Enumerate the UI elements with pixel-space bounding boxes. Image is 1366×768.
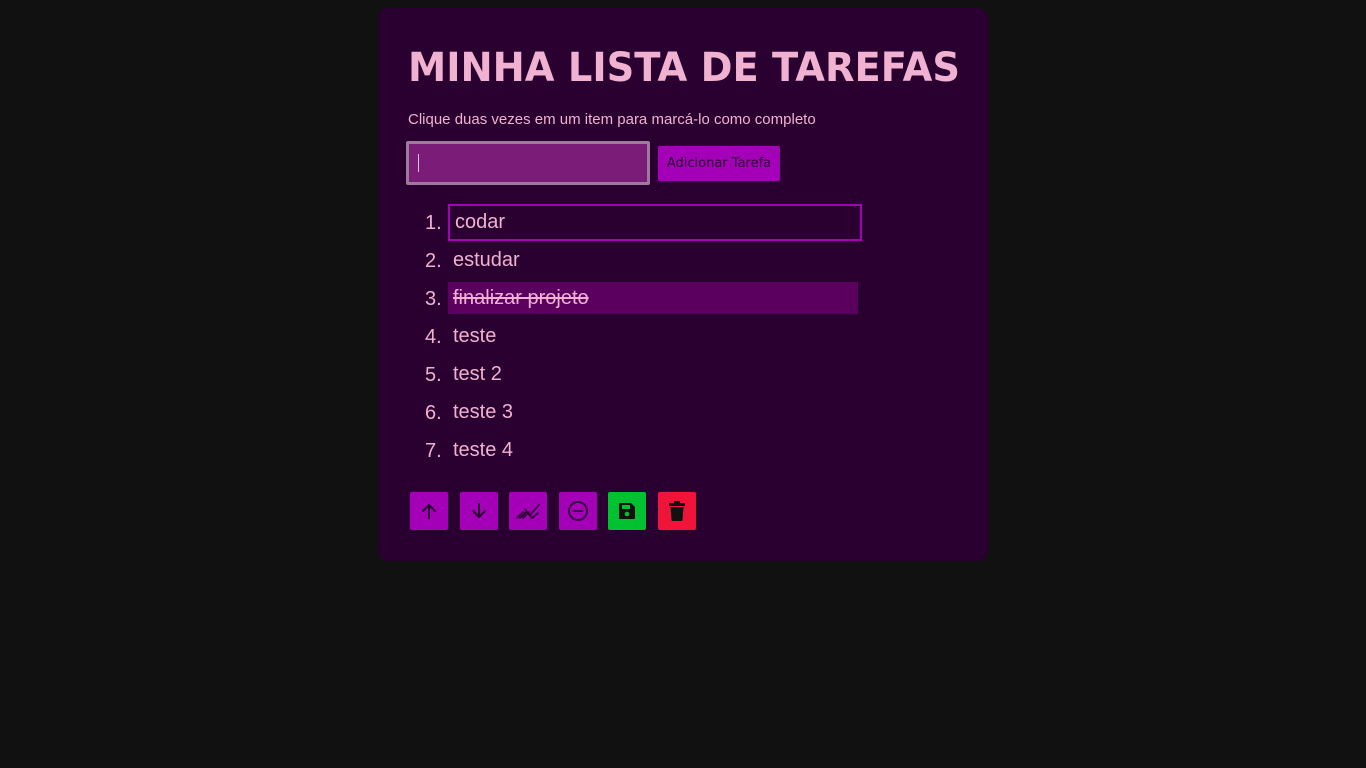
arrow-down-icon	[472, 503, 486, 518]
todo-card: MINHA LISTA DE TAREFAS Clique duas vezes…	[378, 8, 988, 561]
arrow-up-icon	[422, 504, 436, 519]
task-text[interactable]: estudar	[448, 243, 858, 276]
move-up-button[interactable]	[410, 492, 448, 530]
task-number: 3.	[425, 288, 442, 310]
task-text[interactable]: finalizar projeto	[448, 282, 858, 314]
task-text[interactable]: codar	[448, 204, 862, 241]
floppy-disk-icon	[619, 503, 635, 519]
task-text[interactable]: teste	[448, 319, 858, 352]
page-title: MINHA LISTA DE TAREFAS	[408, 45, 960, 91]
task-item[interactable]: 6. teste 3	[408, 394, 868, 432]
move-down-button[interactable]	[460, 492, 498, 530]
task-item[interactable]: 5. test 2	[408, 356, 868, 394]
add-task-button[interactable]: Adicionar Tarefa	[658, 146, 780, 181]
task-number: 7.	[425, 440, 442, 462]
task-number: 5.	[425, 364, 442, 386]
delete-all-button[interactable]	[658, 492, 696, 530]
task-item-completed[interactable]: 3. finalizar projeto	[408, 280, 868, 318]
task-item[interactable]: 7. teste 4	[408, 432, 868, 470]
task-number: 4.	[425, 326, 442, 348]
task-item[interactable]: 4. teste	[408, 318, 868, 356]
broom-icon	[516, 504, 540, 519]
task-item[interactable]: 1. codar	[408, 204, 868, 242]
task-number: 6.	[425, 402, 442, 424]
minus-circle-icon	[568, 501, 588, 521]
remove-selected-button[interactable]	[559, 492, 597, 530]
task-number: 2.	[425, 250, 442, 272]
instructions-text: Clique duas vezes em um item para marcá-…	[408, 111, 816, 128]
save-button[interactable]	[608, 492, 646, 530]
text-caret	[418, 154, 419, 172]
task-text[interactable]: teste 3	[448, 395, 858, 428]
task-number: 1.	[425, 212, 442, 234]
new-task-input[interactable]	[406, 141, 650, 185]
task-list: 1. codar 2. estudar 3. finalizar projeto…	[408, 204, 868, 470]
task-text[interactable]: teste 4	[448, 433, 858, 466]
task-text[interactable]: test 2	[448, 357, 858, 390]
clear-completed-button[interactable]	[509, 492, 547, 530]
task-item[interactable]: 2. estudar	[408, 242, 868, 280]
trash-icon	[669, 501, 685, 521]
